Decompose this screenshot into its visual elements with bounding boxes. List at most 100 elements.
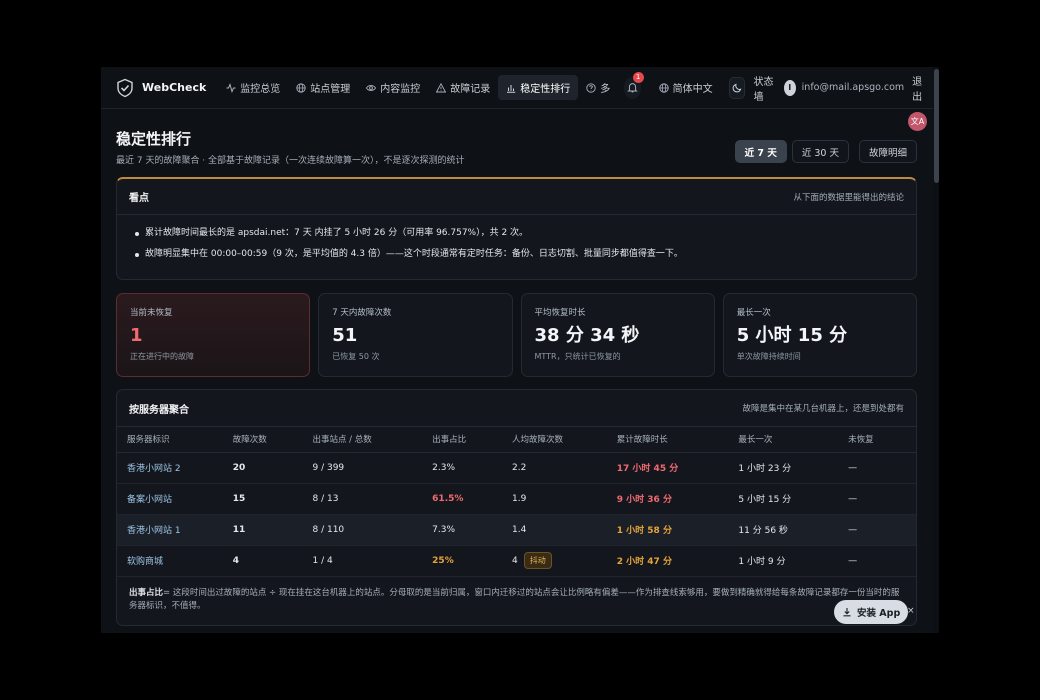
nav-item-label: 监控总览 — [240, 84, 281, 95]
eye-icon — [366, 84, 377, 91]
stat-value: 51 — [332, 325, 358, 346]
language-switch[interactable]: 简体中文 — [651, 75, 721, 100]
status-wall-link[interactable]: 状态墙 — [753, 73, 775, 103]
server-aggregate-title: 按服务器聚合 — [129, 404, 189, 416]
nav-item-label: 内容监控 — [380, 84, 421, 95]
moon-icon — [732, 83, 742, 93]
column-header[interactable]: 未恢复 — [848, 427, 916, 453]
scrollbar-thumb[interactable] — [934, 69, 939, 183]
server-name[interactable]: 软购商城 — [117, 545, 233, 577]
server-name[interactable]: 香港小网站 1 — [117, 514, 233, 546]
stat-card-longest: 最长一次 5 小时 15 分 单次故障持续时间 — [722, 293, 917, 377]
column-header[interactable]: 出事占比 — [432, 427, 513, 453]
notification-badge: 1 — [632, 71, 644, 83]
nav-item-overview[interactable]: 监控总览 — [218, 75, 288, 100]
column-header[interactable]: 故障次数 — [232, 427, 313, 453]
jitter-badge: 抖动 — [523, 552, 552, 569]
longest-incident: 1 小时 9 分 — [738, 545, 849, 577]
nav-item-ranking[interactable]: 稳定性排行 — [498, 75, 579, 100]
nav-item-label: 稳定性排行 — [520, 84, 571, 95]
incident-ratio: 61.5% — [432, 483, 513, 515]
scrollbar[interactable] — [933, 67, 939, 633]
range-7d-button[interactable]: 近 7 天 — [734, 140, 787, 163]
server-aggregate-note: 故障是集中在某几台机器上，还是到处都有 — [742, 404, 904, 414]
brand[interactable]: WebCheck — [115, 78, 206, 98]
site-ratio: 9 / 399 — [312, 452, 433, 484]
column-header[interactable]: 出事站点 / 总数 — [312, 427, 433, 453]
column-header[interactable]: 累计故障时长 — [616, 427, 739, 453]
avg-incidents: 4 抖动 — [512, 545, 617, 577]
insight-card: 看点 从下面的数据里能得出的结论 累计故障时间最长的是 apsdai.net：7… — [116, 177, 917, 280]
stat-card-incident-count: 7 天内故障次数 51 已恢复 50 次 — [318, 293, 513, 377]
table-row[interactable]: 香港小网站 2 20 9 / 399 2.3% 2.2 17 小时 45 分 1… — [117, 452, 916, 484]
theme-toggle[interactable] — [728, 76, 746, 99]
table-row[interactable]: 备案小网站 15 8 / 13 61.5% 1.9 9 小时 36 分 5 小时… — [117, 483, 916, 515]
app-window: WebCheck 监控总览 站点管理 内容监控 故障记录 稳定性排行 多 1 简… — [101, 67, 939, 633]
logout-link[interactable]: 退出 — [912, 73, 927, 103]
table-row[interactable]: 软购商城 4 1 / 4 25% 4 抖动 2 小时 47 分 1 小时 9 分 … — [117, 545, 916, 577]
column-header[interactable]: 服务器标识 — [117, 427, 233, 453]
install-close-button[interactable]: × — [907, 606, 915, 616]
stat-value: 38 分 34 秒 — [534, 325, 640, 346]
incident-count: 11 — [232, 514, 313, 546]
unresolved: — — [848, 452, 916, 484]
nav-item-sites[interactable]: 站点管理 — [288, 75, 358, 100]
stat-card-unresolved[interactable]: 当前未恢复 1 正在进行中的故障 — [116, 293, 311, 377]
insight-list: 累计故障时间最长的是 apsdai.net：7 天 内挂了 5 小时 26 分（… — [117, 215, 916, 260]
download-icon — [843, 608, 851, 617]
help-circle-icon — [586, 82, 596, 93]
nav-item-incidents[interactable]: 故障记录 — [428, 75, 498, 100]
stat-label: 最长一次 — [736, 308, 771, 318]
nav-more[interactable]: 多 — [578, 75, 618, 100]
stat-sub: MTTR，只统计已恢复的 — [534, 352, 621, 361]
shield-check-icon — [117, 78, 133, 97]
incident-count: 20 — [232, 452, 313, 484]
insight-point: 累计故障时间最长的是 apsdai.net：7 天 内挂了 5 小时 26 分（… — [135, 228, 904, 239]
total-downtime: 2 小时 47 分 — [616, 545, 739, 577]
site-ratio: 8 / 110 — [312, 514, 433, 546]
longest-incident: 1 小时 23 分 — [738, 452, 849, 484]
install-app-button[interactable]: 安装 App — [834, 600, 909, 624]
total-downtime: 1 小时 58 分 — [616, 514, 739, 546]
bell-icon — [627, 83, 638, 93]
nav-item-label: 故障记录 — [450, 84, 491, 95]
stat-sub: 已恢复 50 次 — [332, 352, 380, 361]
server-name[interactable]: 香港小网站 2 — [117, 452, 233, 484]
site-ratio: 1 / 4 — [312, 545, 433, 577]
page-title: 稳定性排行 — [116, 130, 192, 148]
avg-incidents: 2.2 — [512, 452, 617, 484]
nav-item-content[interactable]: 内容监控 — [358, 75, 428, 100]
globe-icon — [296, 82, 306, 93]
server-table: 服务器标识 故障次数 出事站点 / 总数 出事占比 人均故障次数 累计故障时长 … — [117, 427, 916, 577]
incident-ratio: 25% — [432, 545, 513, 577]
incident-ratio: 2.3% — [432, 452, 513, 484]
stat-value: 5 小时 15 分 — [736, 325, 848, 346]
site-ratio: 8 / 13 — [312, 483, 433, 515]
insight-point: 故障明显集中在 00:00–00:59（9 次，是平均值的 4.3 倍）——这个… — [135, 249, 904, 260]
insight-title: 看点 — [129, 193, 149, 204]
nav-more-label: 多 — [600, 84, 611, 95]
avg-incidents: 1.9 — [512, 483, 617, 515]
column-header[interactable]: 人均故障次数 — [512, 427, 617, 453]
incident-count: 15 — [232, 483, 313, 515]
unresolved: — — [848, 545, 916, 577]
stat-sub: 单次故障持续时间 — [736, 352, 801, 361]
server-name[interactable]: 备案小网站 — [117, 483, 233, 515]
range-30d-button[interactable]: 近 30 天 — [791, 140, 849, 163]
column-header[interactable]: 最长一次 — [738, 427, 849, 453]
user-email: info@mail.apsgo.com — [801, 82, 905, 93]
avg-incidents-value: 4 — [512, 556, 518, 566]
top-nav: WebCheck 监控总览 站点管理 内容监控 故障记录 稳定性排行 多 1 简… — [101, 67, 939, 109]
table-footnote: 出事占比= 这段时间出过故障的站点 ÷ 现在挂在这台机器上的站点。分母取的是当前… — [117, 577, 916, 613]
table-header-row: 服务器标识 故障次数 出事站点 / 总数 出事占比 人均故障次数 累计故障时长 … — [117, 427, 916, 453]
incident-detail-button[interactable]: 故障明细 — [858, 140, 917, 163]
page-header: 稳定性排行 最近 7 天的故障聚合 · 全部基于故障记录（一次连续故障算一次），… — [116, 109, 917, 177]
notifications-button[interactable]: 1 — [624, 71, 644, 99]
unresolved: — — [848, 514, 916, 546]
incident-count: 4 — [232, 545, 313, 577]
longest-incident: 11 分 56 秒 — [738, 514, 849, 546]
avatar[interactable]: I — [783, 79, 796, 96]
insight-header: 看点 从下面的数据里能得出的结论 — [117, 179, 916, 215]
table-row[interactable]: 香港小网站 1 11 8 / 110 7.3% 1.4 1 小时 58 分 11… — [117, 514, 916, 546]
footnote-label: 出事占比 — [129, 587, 164, 598]
